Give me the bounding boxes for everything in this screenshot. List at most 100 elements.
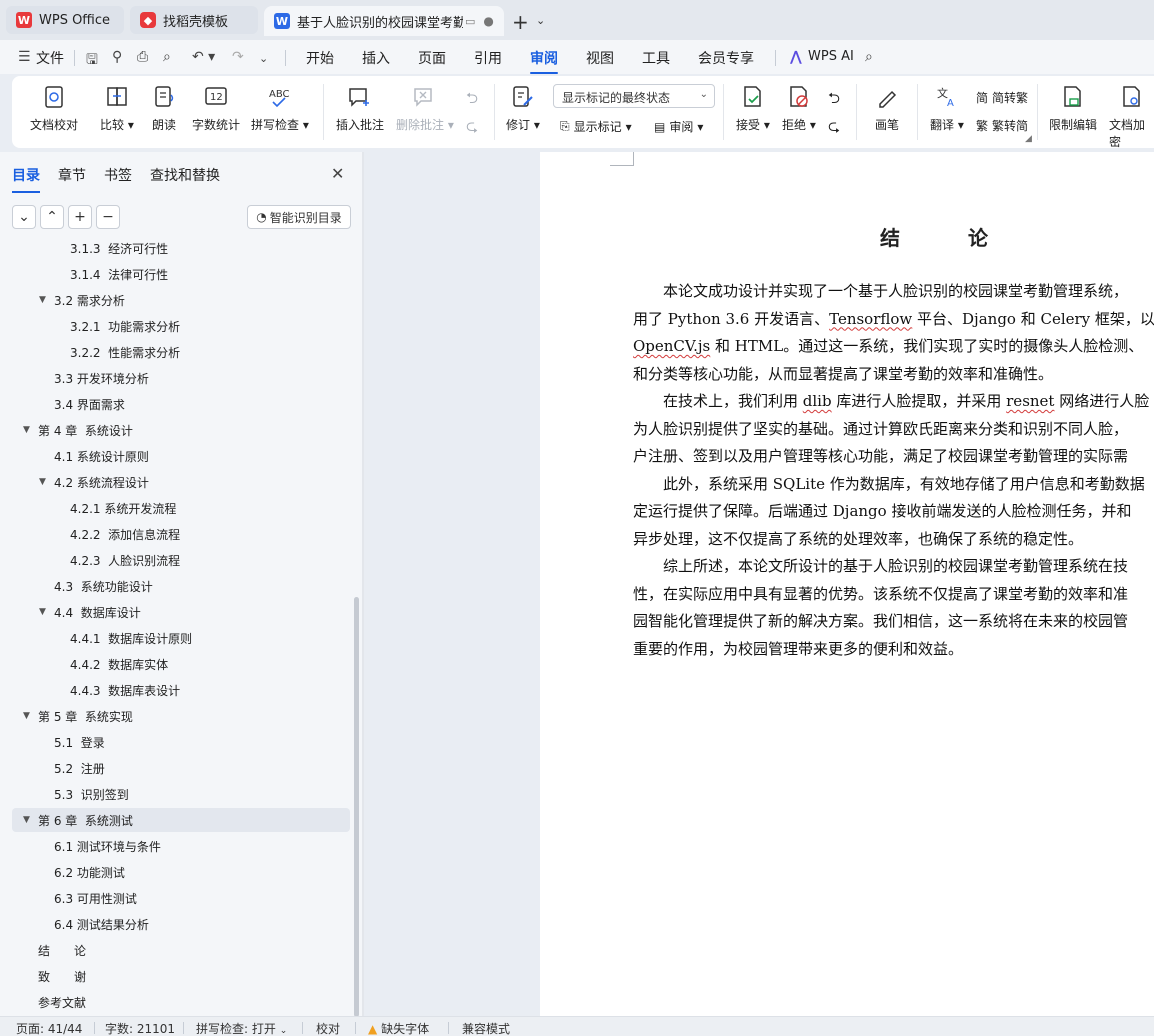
expand-triangle-icon[interactable]: ▼ [39,477,46,487]
expand-triangle-icon[interactable]: ▼ [23,425,30,435]
reject-button[interactable]: 拒绝 ▾ [782,84,816,133]
review-pane-button[interactable]: ▤ 审阅 ▾ [654,118,703,135]
next-change-icon[interactable]: ⮎ [828,116,840,141]
doc-check-button[interactable]: 文档校对 [30,84,78,133]
toc-item[interactable]: 3.1.4 法律可行性 [0,262,350,286]
toc-item[interactable]: 3.2.2 性能需求分析 [0,340,350,364]
expand-triangle-icon[interactable]: ▼ [23,815,30,825]
delete-comment-button[interactable]: 删除批注 ▾ [396,84,454,133]
toc-item[interactable]: ▼ 第 6 章 系统测试 [12,808,350,832]
print-icon[interactable]: ⎙ [137,49,148,65]
expand-triangle-icon[interactable]: ▼ [23,711,30,721]
toc-item[interactable]: ▼ 4.2 系统流程设计 [0,470,350,494]
toc-item[interactable]: ▼ 第 4 章 系统设计 [0,418,350,442]
toc-item[interactable]: 参考文献 [0,990,350,1014]
restrict-editing-button[interactable]: 限制编辑 [1049,84,1097,133]
toc-item[interactable]: 致 谢 [0,964,350,988]
nav-tab-find-replace[interactable]: 查找和替换 [150,165,220,185]
menu-member[interactable]: 会员专享 [698,48,754,68]
redo-icon[interactable]: ↷ [232,49,244,65]
launcher-icon[interactable]: ◢ [1025,134,1032,144]
tab-close-icon[interactable]: ● [483,14,493,28]
prev-comment-icon[interactable]: ⮌ [466,88,478,113]
toc-item[interactable]: ▼ 第 5 章 系统实现 [0,704,350,728]
toc-item[interactable]: 4.3 系统功能设计 [0,574,350,598]
insert-comment-button[interactable]: 插入批注 [336,84,384,133]
menu-file[interactable]: 文件 [36,48,64,68]
toc-item[interactable]: 4.4.3 数据库表设计 [0,678,350,702]
show-markup-button[interactable]: ⎘ 显示标记 ▾ [560,118,632,135]
toc-item[interactable]: 4.4.1 数据库设计原则 [0,626,350,650]
remove-heading-button[interactable]: − [96,205,120,229]
word-count-indicator[interactable]: 字数: 21101 [105,1020,175,1036]
expand-triangle-icon[interactable]: ▼ [39,607,46,617]
toc-item[interactable]: ▼ 3.2 需求分析 [0,288,350,312]
share-icon[interactable]: ⚲ [112,49,122,65]
toc-scrollbar[interactable] [354,597,359,1017]
toc-item[interactable]: 结 论 [0,938,350,962]
to-simplified-button[interactable]: 繁繁转简 [976,117,1028,134]
menu-wps-ai[interactable]: WPS AI [808,49,854,64]
new-tab-icon[interactable]: + [512,10,529,34]
missing-fonts-indicator[interactable]: ▲ 缺失字体 [368,1020,429,1036]
search-icon[interactable]: ⌕ [865,49,873,65]
toc-item[interactable]: 6.2 功能测试 [0,860,350,884]
toc-item[interactable]: 4.4.2 数据库实体 [0,652,350,676]
translate-button[interactable]: 文A 翻译 ▾ [930,84,964,133]
menu-references[interactable]: 引用 [474,48,502,68]
nav-tab-bookmarks[interactable]: 书签 [104,165,132,185]
menu-tools[interactable]: 工具 [642,48,670,68]
tab-document[interactable]: W 基于人脸识别的校园课堂考勤 ▭ ● [264,6,504,36]
chevron-down-icon[interactable]: ⌄ [536,14,545,27]
spell-check-toggle[interactable]: 拼写检查: 打开 ⌄ [196,1020,287,1036]
expand-triangle-icon[interactable]: ▼ [39,295,46,305]
to-traditional-button[interactable]: 简简转繁 [976,89,1028,106]
menu-insert[interactable]: 插入 [362,48,390,68]
toc-item[interactable]: 6.1 测试环境与条件 [0,834,350,858]
spell-check-button[interactable]: ABC 拼写检查 ▾ [251,84,309,133]
toc-item[interactable]: 3.4 界面需求 [0,392,350,416]
next-comment-icon[interactable]: ⮎ [466,116,478,141]
nav-tab-toc[interactable]: 目录 [12,165,40,193]
chevron-down-icon[interactable]: ⌄ [259,52,268,65]
toc-item[interactable]: 4.1 系统设计原则 [0,444,350,468]
doc-encrypt-button[interactable]: 文档加密 [1109,84,1154,150]
menu-view[interactable]: 视图 [586,48,614,68]
markup-state-select[interactable]: 显示标记的最终状态 ⌄ [553,84,715,108]
smart-toc-button[interactable]: ◔ 智能识别目录 [247,205,351,229]
save-icon[interactable]: 🖫 [86,49,98,73]
ink-button[interactable]: 画笔 [874,84,900,133]
wps-ai-icon[interactable]: ⋀ [790,49,802,65]
document-page[interactable]: 结 论 本论文成功设计并实现了一个基于人脸识别的校园课堂考勤管理系统， 用了 Py… [540,152,1154,1016]
collapse-up-button[interactable]: ⌃ [40,205,64,229]
track-changes-button[interactable]: 修订 ▾ [506,84,540,133]
undo-icon[interactable]: ↶ ▾ [192,49,215,65]
toc-item[interactable]: 4.2.1 系统开发流程 [0,496,350,520]
tab-docer[interactable]: ◆ 找稻壳模板 [130,6,258,34]
add-heading-button[interactable]: + [68,205,92,229]
proofread-indicator[interactable]: 校对 [316,1020,340,1036]
compare-button[interactable]: 比较 ▾ [100,84,134,133]
menu-home[interactable]: 开始 [306,48,334,68]
toc-item[interactable]: 5.2 注册 [0,756,350,780]
toc-item[interactable]: 5.3 识别签到 [0,782,350,806]
toc-item[interactable]: 5.1 登录 [0,730,350,754]
toc-item[interactable]: 3.1.3 经济可行性 [0,242,350,260]
toc-item[interactable]: 4.2.3 人脸识别流程 [0,548,350,572]
toc-item[interactable]: 6.3 可用性测试 [0,886,350,910]
print-preview-icon[interactable]: ⌕ [163,49,171,65]
accept-button[interactable]: 接受 ▾ [736,84,770,133]
hamburger-icon[interactable]: ☰ [18,49,31,65]
page-indicator[interactable]: 页面: 41/44 [16,1020,82,1036]
prev-change-icon[interactable]: ⮌ [828,88,840,113]
close-icon[interactable]: ✕ [331,164,344,183]
nav-tab-sections[interactable]: 章节 [58,165,86,185]
toc-item[interactable]: 3.3 开发环境分析 [0,366,350,390]
menu-page[interactable]: 页面 [418,48,446,68]
tab-wps-office[interactable]: W WPS Office [6,6,124,34]
toc-item[interactable]: 4.2.2 添加信息流程 [0,522,350,546]
collapse-down-button[interactable]: ⌄ [12,205,36,229]
menu-review[interactable]: 审阅 [530,48,558,74]
read-aloud-button[interactable]: 朗读 [151,84,177,133]
word-count-button[interactable]: 12 字数统计 [192,84,240,133]
